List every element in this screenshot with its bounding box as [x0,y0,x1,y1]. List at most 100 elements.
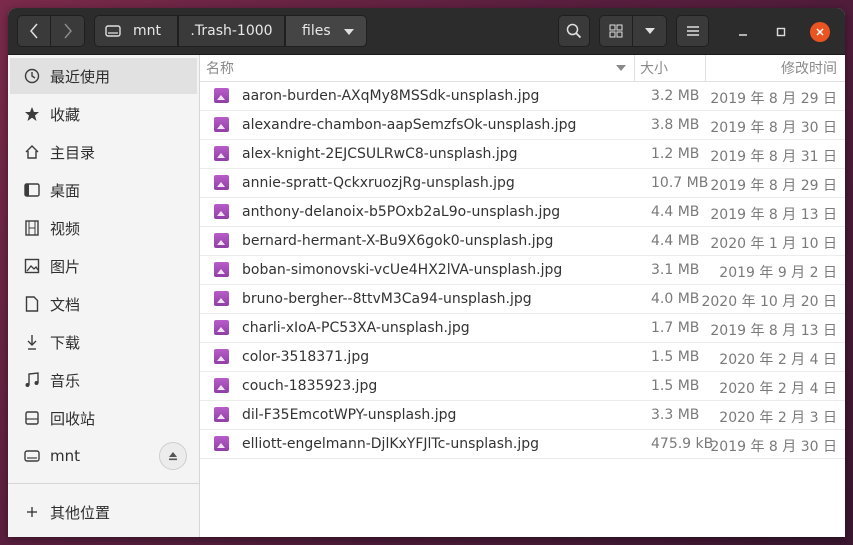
sidebar-item-label: 桌面 [50,181,81,200]
grid-icon [609,24,623,38]
chevron-down-icon [344,29,354,35]
table-row[interactable]: annie-spratt-QckxruozjRg-unsplash.jpg 10.… [200,169,845,198]
path-segment-files[interactable]: files [285,15,367,47]
home-icon [23,144,41,160]
path-label-mnt: mnt [133,23,161,39]
column-header-bar: 名称 大小 修改时间 [200,55,845,82]
file-list-view: 名称 大小 修改时间 aaron-burden-AXqMy8MSSdk-unsp… [200,55,845,537]
table-row[interactable]: bernard-hermant-X-Bu9X6gok0-unsplash.jpg… [200,227,845,256]
sidebar-item-label: 视频 [50,219,81,238]
file-size: 3.3 MB [651,407,700,423]
file-date: 2019 年 8 月 29 日 [710,178,837,194]
sidebar-item-home[interactable]: 主目录 [10,134,197,170]
forward-button[interactable] [51,15,85,47]
table-row[interactable]: couch-1835923.jpg 1.5 MB 2020 年 2 月 4 日 [200,372,845,401]
file-size: 4.4 MB [651,204,700,220]
hamburger-icon [686,26,699,36]
path-label-files: files [302,23,331,39]
file-size: 1.5 MB [651,349,700,365]
image-file-icon [214,349,229,364]
sidebar-item-videos[interactable]: 视频 [10,210,197,246]
sidebar-item-pictures[interactable]: 图片 [10,248,197,284]
view-options-button[interactable] [633,15,667,47]
download-icon [23,334,41,350]
file-date: 2019 年 8 月 31 日 [710,149,837,165]
chevron-right-icon [63,23,72,39]
file-date: 2019 年 8 月 29 日 [710,91,837,107]
table-row[interactable]: bruno-bergher--8ttvM3Ca94-unsplash.jpg 4.… [200,285,845,314]
file-size: 10.7 MB [651,175,709,191]
sidebar-item-label: 最近使用 [50,67,111,86]
drive-icon [105,25,121,37]
music-icon [23,372,41,388]
view-toggle-button[interactable] [599,15,633,47]
sidebar-item-other-locations[interactable]: 其他位置 [10,494,197,530]
file-name: bernard-hermant-X-Bu9X6gok0-unsplash.jpg [242,233,554,249]
clock-icon [23,68,41,84]
sidebar-item-label: 音乐 [50,371,81,390]
image-file-icon [214,320,229,335]
sidebar-item-music[interactable]: 音乐 [10,362,197,398]
close-button[interactable] [810,22,830,42]
minimize-button[interactable] [733,22,753,42]
column-header-modified[interactable]: 修改时间 [781,55,837,81]
close-icon [816,28,824,36]
file-name: color-3518371.jpg [242,349,370,365]
image-file-icon [214,378,229,393]
path-label-trash: .Trash-1000 [190,23,273,39]
sidebar-separator [8,483,199,484]
image-file-icon [214,204,229,219]
maximize-button[interactable] [771,22,791,42]
sidebar-item-label: 其他位置 [50,503,111,522]
file-date: 2019 年 8 月 30 日 [710,120,837,136]
table-row[interactable]: alexandre-chambon-aapSemzfsOk-unsplash.j… [200,111,845,140]
column-header-name[interactable]: 名称 [206,55,631,81]
search-icon [566,23,582,39]
sidebar-item-documents[interactable]: 文档 [10,286,197,322]
sidebar-item-desktop[interactable]: 桌面 [10,172,197,208]
image-file-icon [214,233,229,248]
file-name: charli-xIoA-PC53XA-unsplash.jpg [242,320,470,336]
eject-button[interactable] [159,442,187,470]
sidebar-item-starred[interactable]: 收藏 [10,96,197,132]
file-date: 2020 年 2 月 4 日 [719,352,837,368]
file-date: 2020 年 10 月 20 日 [701,294,837,310]
table-row[interactable]: charli-xIoA-PC53XA-unsplash.jpg 1.7 MB 201… [200,314,845,343]
image-file-icon [214,436,229,451]
sidebar: 最近使用 收藏 主目录 桌面 视频 图片 文档 下载 音乐 回收站 mnt 其他… [8,55,200,537]
sidebar-item-downloads[interactable]: 下载 [10,324,197,360]
sidebar-item-label: mnt [50,447,80,465]
sidebar-item-mnt[interactable]: mnt [10,438,197,474]
picture-icon [23,258,41,274]
table-row[interactable]: dil-F35EmcotWPY-unsplash.jpg 3.3 MB 2020 年… [200,401,845,430]
file-size: 3.2 MB [651,88,700,104]
file-name: bruno-bergher--8ttvM3Ca94-unsplash.jpg [242,291,532,307]
chevron-left-icon [30,23,38,39]
file-size: 1.7 MB [651,320,700,336]
table-row[interactable]: anthony-delanoix-b5POxb2aL9o-unsplash.jp… [200,198,845,227]
table-row[interactable]: alex-knight-2EJCSULRwC8-unsplash.jpg 1.2 … [200,140,845,169]
menu-button[interactable] [676,15,709,47]
column-header-size[interactable]: 大小 [640,55,668,81]
file-date: 2020 年 2 月 3 日 [719,410,837,426]
sidebar-item-recent[interactable]: 最近使用 [10,58,197,94]
column-modified-label: 修改时间 [781,61,837,77]
maximize-icon [776,27,786,37]
file-name: aaron-burden-AXqMy8MSSdk-unsplash.jpg [242,88,540,104]
table-row[interactable]: boban-simonovski-vcUe4HX2lVA-unsplash.jp… [200,256,845,285]
search-button[interactable] [558,15,590,47]
table-row[interactable]: color-3518371.jpg 1.5 MB 2020 年 2 月 4 日 [200,343,845,372]
file-name: dil-F35EmcotWPY-unsplash.jpg [242,407,457,423]
file-size: 4.0 MB [651,291,700,307]
path-segment-mnt[interactable]: mnt [94,15,178,47]
sort-descending-icon [616,65,626,71]
table-row[interactable]: aaron-burden-AXqMy8MSSdk-unsplash.jpg 3.2… [200,82,845,111]
back-button[interactable] [17,15,51,47]
sidebar-item-trash[interactable]: 回收站 [10,400,197,436]
desktop-icon [23,183,41,197]
file-size: 475.9 kB [651,436,714,452]
sidebar-item-label: 回收站 [50,409,96,428]
image-file-icon [214,262,229,277]
table-row[interactable]: elliott-engelmann-DjlKxYFJlTc-unsplash.j… [200,430,845,459]
path-segment-trash[interactable]: .Trash-1000 [178,15,285,47]
